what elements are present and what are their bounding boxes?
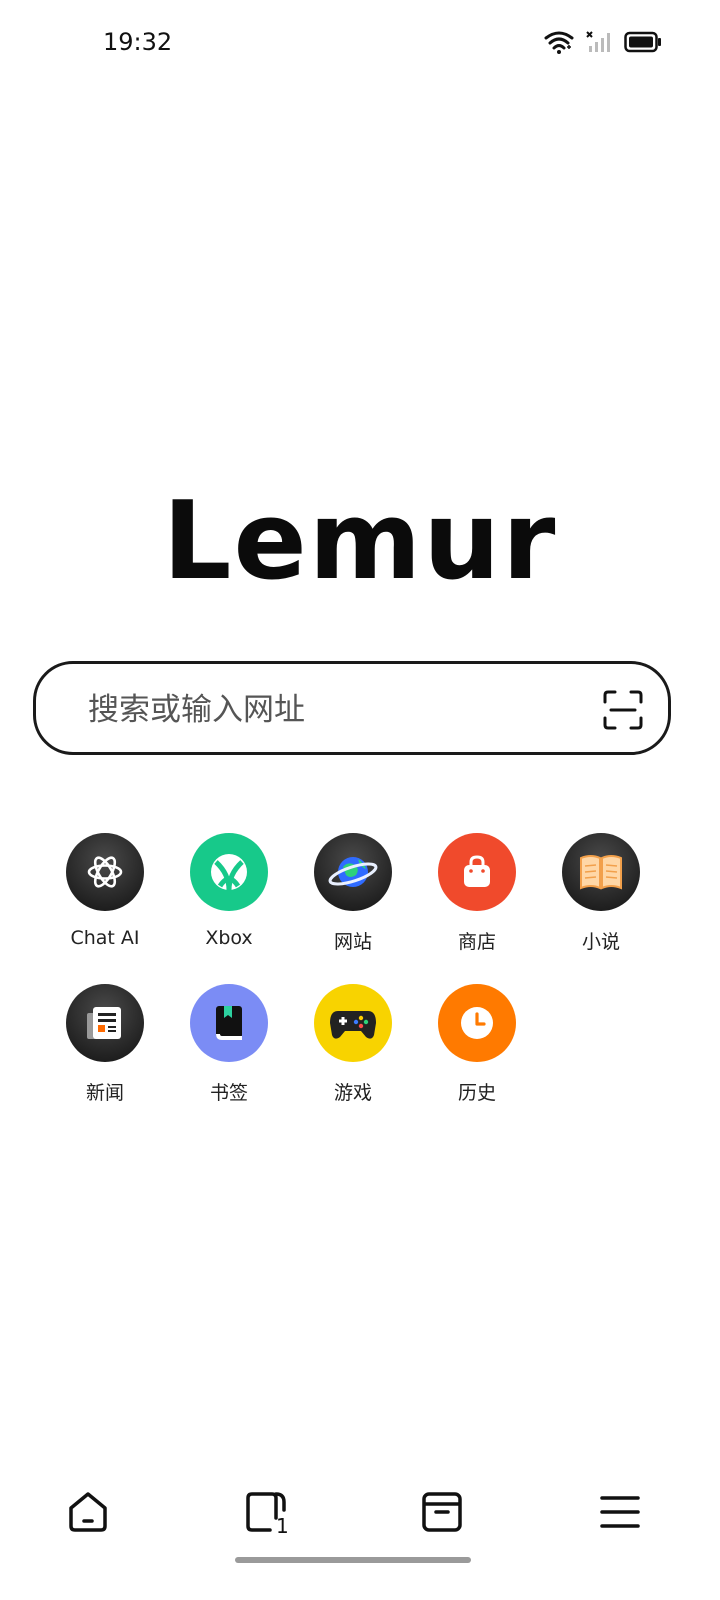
status-time: 19:32 bbox=[103, 28, 173, 56]
signal-icon bbox=[586, 31, 610, 52]
shortcut-novel[interactable]: 小说 bbox=[539, 833, 663, 954]
bookmark-book-icon bbox=[190, 984, 268, 1062]
menu-button[interactable] bbox=[596, 1488, 644, 1536]
tabs-button[interactable]: 1 bbox=[242, 1488, 290, 1538]
bottom-nav: 1 bbox=[0, 1470, 720, 1560]
newspaper-icon bbox=[66, 984, 144, 1062]
gamepad-icon bbox=[314, 984, 392, 1062]
shortcut-label: Xbox bbox=[205, 927, 253, 949]
chatgpt-icon bbox=[66, 833, 144, 911]
shortcut-label: 小说 bbox=[581, 931, 620, 953]
logo-text: Lemur bbox=[162, 479, 558, 604]
shortcut-website[interactable]: 网站 bbox=[291, 833, 415, 954]
archive-icon bbox=[422, 1492, 462, 1532]
shortcut-history[interactable]: 历史 bbox=[415, 984, 539, 1105]
home-icon bbox=[69, 1492, 107, 1532]
shortcut-label: 历史 bbox=[457, 1082, 496, 1104]
shortcut-label: 新闻 bbox=[85, 1082, 124, 1104]
clock-icon bbox=[438, 984, 516, 1062]
menu-icon bbox=[600, 1496, 640, 1528]
shortcut-xbox[interactable]: Xbox bbox=[167, 833, 291, 954]
shortcut-bookmarks[interactable]: 书签 bbox=[167, 984, 291, 1105]
shortcut-label: 游戏 bbox=[333, 1082, 372, 1104]
home-button[interactable] bbox=[64, 1488, 112, 1536]
status-icons bbox=[544, 30, 662, 54]
shortcut-store[interactable]: 商店 bbox=[415, 833, 539, 954]
logo: Lemur bbox=[0, 488, 720, 596]
wifi-icon bbox=[544, 31, 574, 54]
shortcuts-grid: Chat AI Xbox 网站 商店 小说 新闻 书签 游戏 历史 bbox=[43, 833, 683, 1105]
tabs-count: 1 bbox=[276, 1514, 289, 1538]
shortcut-news[interactable]: 新闻 bbox=[43, 984, 167, 1105]
open-book-icon bbox=[562, 833, 640, 911]
home-indicator[interactable] bbox=[235, 1557, 471, 1563]
battery-icon bbox=[624, 31, 661, 53]
search-input[interactable] bbox=[86, 686, 570, 734]
shortcut-label: 商店 bbox=[457, 931, 496, 953]
archive-button[interactable] bbox=[418, 1488, 466, 1536]
status-bar: 19:32 bbox=[0, 0, 720, 88]
shopping-bag-icon bbox=[438, 833, 516, 911]
shortcut-label: 书签 bbox=[209, 1082, 248, 1104]
shortcut-label: 网站 bbox=[333, 931, 372, 953]
shortcut-games[interactable]: 游戏 bbox=[291, 984, 415, 1105]
xbox-icon bbox=[190, 833, 268, 911]
planet-icon bbox=[314, 833, 392, 911]
scan-icon[interactable] bbox=[602, 689, 644, 731]
shortcut-label: Chat AI bbox=[70, 927, 140, 949]
search-box[interactable] bbox=[33, 661, 671, 755]
shortcut-chat-ai[interactable]: Chat AI bbox=[43, 833, 167, 954]
